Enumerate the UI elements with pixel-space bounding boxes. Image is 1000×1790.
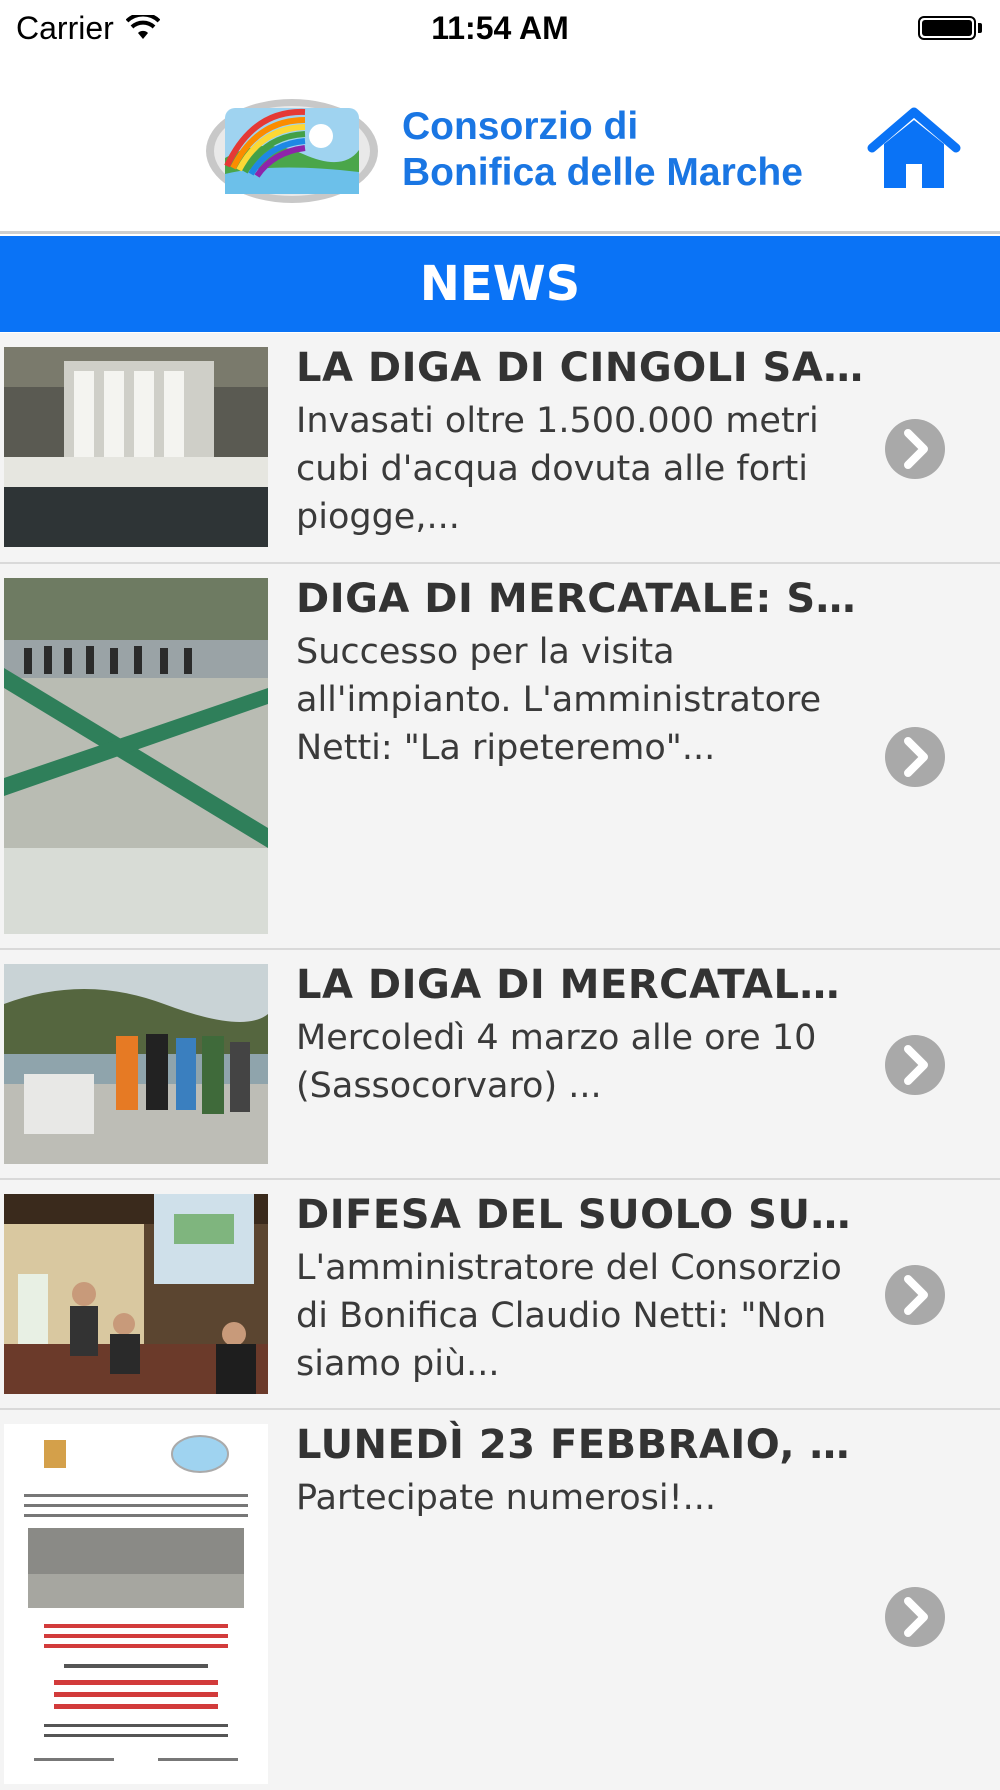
news-item[interactable]: LUNEDÌ 23 FEBBRAIO, OR... Partecipate nu… [0,1410,1000,1790]
brand-line-1: Consorzio di [402,105,639,148]
news-text: DIGA DI MERCATALE: STA... Successo per l… [296,572,866,772]
app-header: Consorzio di Bonifica delle Marche [0,56,1000,234]
home-icon[interactable] [866,106,962,192]
chevron-right-icon[interactable] [884,726,946,788]
news-thumbnail-dam-group [4,964,268,1164]
chevron-right-icon[interactable] [884,1034,946,1096]
news-thumbnail-dam-visit [4,578,268,934]
chevron-right-icon[interactable] [884,418,946,480]
news-item[interactable]: LA DIGA DI MERCATALE E ... Mercoledì 4 m… [0,950,1000,1180]
brand-line-2: Bonifica delle Marche [402,151,803,194]
news-title: LA DIGA DI CINGOLI SALV... [296,345,866,391]
news-title: DIFESA DEL SUOLO SUM... [296,1192,866,1238]
news-title: LUNEDÌ 23 FEBBRAIO, OR... [296,1422,866,1468]
news-thumbnail-conference [4,1194,268,1394]
chevron-right-icon[interactable] [884,1264,946,1326]
news-thumbnail-poster [4,1424,268,1784]
consorzio-logo [206,99,378,203]
battery-icon [918,14,984,42]
news-item[interactable]: DIGA DI MERCATALE: STA... Successo per l… [0,564,1000,950]
news-item[interactable]: DIFESA DEL SUOLO SUM... L'amministratore… [0,1180,1000,1410]
news-item[interactable]: LA DIGA DI CINGOLI SALV... Invasati oltr… [0,333,1000,564]
news-text: LA DIGA DI MERCATALE E ... Mercoledì 4 m… [296,958,866,1110]
news-summary: L'amministratore del Consorzio di Bonifi… [296,1248,842,1384]
status-bar: Carrier 11:54 AM [0,0,1000,56]
news-title: LA DIGA DI MERCATALE E ... [296,962,866,1008]
news-thumbnail-dam-spillway [4,347,268,547]
news-summary: Mercoledì 4 marzo alle ore 10 (Sassocorv… [296,1018,817,1106]
status-time: 11:54 AM [431,10,569,46]
news-text: LA DIGA DI CINGOLI SALV... Invasati oltr… [296,341,866,541]
news-title: DIGA DI MERCATALE: STA... [296,576,866,622]
chevron-right-icon[interactable] [884,1586,946,1648]
section-title-bar: NEWS [0,236,1000,332]
news-text: LUNEDÌ 23 FEBBRAIO, OR... Partecipate nu… [296,1418,866,1522]
brand-name: Consorzio di Bonifica delle Marche [402,104,803,196]
news-summary: Successo per la visita all'impianto. L'a… [296,632,822,768]
news-text: DIFESA DEL SUOLO SUM... L'amministratore… [296,1188,866,1388]
news-summary: Partecipate numerosi!... [296,1478,717,1518]
news-summary: Invasati oltre 1.500.000 metri cubi d'ac… [296,401,819,537]
